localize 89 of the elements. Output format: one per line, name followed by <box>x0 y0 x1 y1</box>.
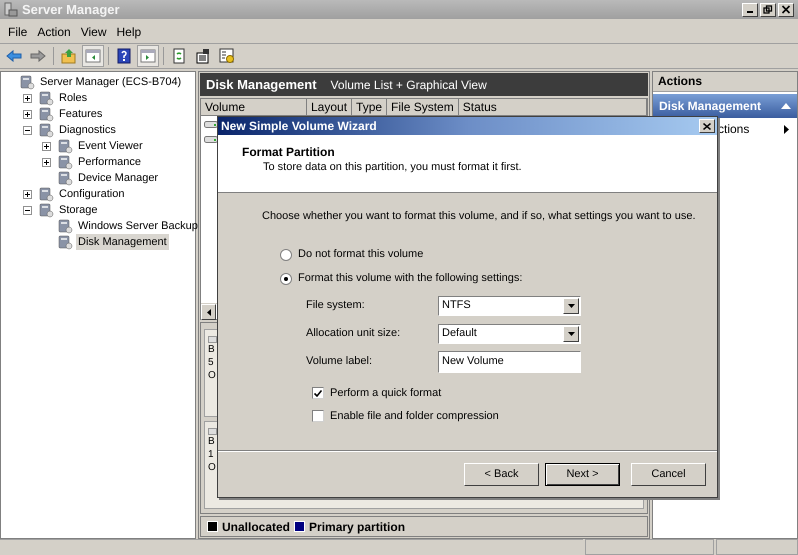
field-label: Volume label: <box>306 354 374 370</box>
tree-node-icon <box>38 106 54 122</box>
expand-toggle[interactable] <box>23 94 32 102</box>
radio-button[interactable] <box>280 272 292 284</box>
field-label: Allocation unit size: <box>306 326 402 342</box>
left-arrow-icon <box>206 308 210 316</box>
tree-item[interactable]: Features <box>57 106 104 122</box>
pane-title: Disk Management <box>206 76 317 94</box>
disk-name: B <box>208 435 215 448</box>
menu-item[interactable]: View <box>76 22 112 40</box>
disk-size: 5 <box>208 356 214 369</box>
tree-node-icon <box>38 122 54 138</box>
disk-status: O <box>208 369 216 382</box>
expand-toggle[interactable] <box>42 142 51 150</box>
dropdown-arrow-icon <box>568 304 574 308</box>
collapse-toggle[interactable] <box>23 206 32 214</box>
restore-button[interactable] <box>760 2 776 16</box>
disk-status: O <box>208 461 216 474</box>
tree-node-icon <box>38 90 54 106</box>
panel-icon[interactable] <box>82 45 104 67</box>
disk-size: 1 <box>208 448 214 461</box>
tree-item[interactable]: Windows Server Backup <box>76 218 200 234</box>
window-title: Server Manager <box>22 0 121 19</box>
checkbox-label: Perform a quick format <box>330 386 442 401</box>
tree-node-icon <box>57 218 73 234</box>
tree-item[interactable]: Performance <box>76 154 143 170</box>
tree-node-icon <box>19 74 35 90</box>
submenu-arrow-icon <box>784 124 789 134</box>
wizard-button[interactable]: Next > <box>545 463 620 486</box>
tree-node-icon <box>57 138 73 154</box>
panel-icon[interactable] <box>137 45 159 67</box>
wizard-heading: Format Partition <box>242 145 336 160</box>
tree-node-icon <box>57 154 73 170</box>
legend-label: Primary partition <box>309 518 406 536</box>
dropdown-field[interactable]: NTFS <box>438 296 581 316</box>
tree-item[interactable]: Disk Management <box>76 234 169 250</box>
radio-button[interactable] <box>280 248 292 260</box>
expand-toggle[interactable] <box>23 110 32 118</box>
expand-toggle[interactable] <box>23 190 32 198</box>
tree-node-icon <box>38 202 54 218</box>
close-icon <box>781 5 791 14</box>
restore-icon <box>763 5 773 14</box>
wizard-button[interactable]: Cancel <box>631 463 706 486</box>
disk-name: B <box>208 343 215 356</box>
dropdown-button[interactable] <box>563 298 579 314</box>
close-button[interactable] <box>778 2 794 16</box>
dialog-title: New Simple Volume Wizard <box>221 118 378 135</box>
radio-label: Do not format this volume <box>298 247 424 262</box>
close-icon <box>703 122 711 130</box>
radio-label: Format this volume with the following settings: <box>298 271 522 286</box>
server-icon <box>4 2 18 17</box>
legend-label: Unallocated <box>222 518 290 536</box>
minimize-button[interactable] <box>742 2 758 16</box>
checkbox[interactable] <box>312 387 324 399</box>
checkbox-label: Enable file and folder compression <box>330 408 499 424</box>
tree-item[interactable]: Server Manager (ECS-B704) <box>38 74 184 90</box>
tree-item[interactable]: Configuration <box>57 186 126 202</box>
scroll-left-button[interactable] <box>201 304 216 320</box>
menu-item[interactable]: File <box>3 22 32 40</box>
pane-subtitle: Volume List + Graphical View <box>330 76 487 94</box>
tree-item[interactable]: Device Manager <box>76 170 160 186</box>
checkbox[interactable] <box>312 410 324 422</box>
tree-item[interactable]: Event Viewer <box>76 138 145 154</box>
dropdown-button[interactable] <box>563 326 579 342</box>
field-label: File system: <box>306 298 366 314</box>
dropdown-field[interactable]: Default <box>438 324 581 344</box>
menu-item[interactable]: Action <box>32 22 76 40</box>
tree-node-icon <box>57 234 73 250</box>
actions-section-bar[interactable]: Disk Management <box>653 94 797 118</box>
wizard-prompt: Choose whether you want to format this volume, and if so, what settings you want to use. <box>262 209 696 224</box>
tree-item[interactable]: Storage <box>57 202 100 218</box>
menu-item[interactable]: Help <box>112 22 146 40</box>
radio-option[interactable]: Do not format this volume <box>280 246 713 262</box>
tree-item[interactable]: Diagnostics <box>57 122 118 138</box>
section-title: Disk Management <box>659 98 762 115</box>
dropdown-arrow-icon <box>568 332 574 336</box>
radio-option[interactable]: Format this volume with the following settings: <box>280 270 713 286</box>
expand-toggle[interactable] <box>42 158 51 166</box>
tree-item[interactable]: Roles <box>57 90 90 106</box>
wizard-subheading: To store data on this partition, you must format it first. <box>262 160 523 174</box>
wizard-button[interactable]: < Back <box>464 463 539 486</box>
actions-header: Actions <box>653 72 797 92</box>
close-button[interactable] <box>699 119 715 133</box>
tree-node-icon <box>38 186 54 202</box>
text-field[interactable]: New Volume <box>438 350 581 372</box>
collapse-toggle[interactable] <box>23 126 32 134</box>
collapse-icon <box>781 103 791 109</box>
tree-node-icon <box>57 170 73 186</box>
drive-icon <box>204 121 218 128</box>
